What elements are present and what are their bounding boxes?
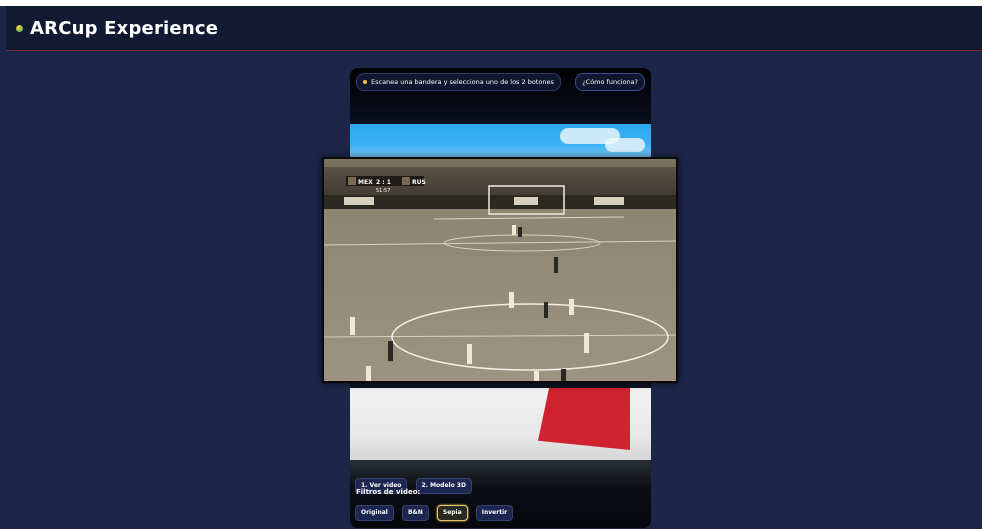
scoreboard-home: MEX [358,179,373,186]
cloud-shape [605,138,645,152]
filter-bw-button[interactable]: B&N [401,505,429,521]
app-title: ARCup Experience [30,18,219,39]
video-player[interactable]: MEX 2 : 1 RUS 51:57 [322,157,678,383]
how-it-works-button[interactable]: ¿Cómo funciona? [575,73,645,91]
logo-icon [16,25,23,32]
instruction-text: Escanea una bandera y selecciona uno de … [371,78,554,86]
app-header: ARCup Experience [6,6,982,51]
filter-invert-button[interactable]: Invertir [475,505,514,521]
filters-label: Filtros de video: [356,488,421,496]
action-buttons: 1. Ver video 2. Modelo 3D [355,472,475,494]
soccer-video-frame: MEX 2 : 1 RUS 51:57 [324,159,676,381]
status-dot-icon [363,80,367,84]
scoreboard-away: RUS [412,179,426,186]
filter-buttons: Original B&N Sepia Invertir [355,499,516,521]
model-3d-button[interactable]: 2. Modelo 3D [415,478,472,494]
scoreboard-score: 2 : 1 [376,179,391,186]
filter-original-button[interactable]: Original [355,505,394,521]
scoreboard-clock: 51:57 [376,188,390,194]
instruction-pill: Escanea una bandera y selecciona uno de … [356,73,561,91]
filter-sepia-button[interactable]: Sepia [436,505,468,521]
flag-red-shape [538,388,630,450]
